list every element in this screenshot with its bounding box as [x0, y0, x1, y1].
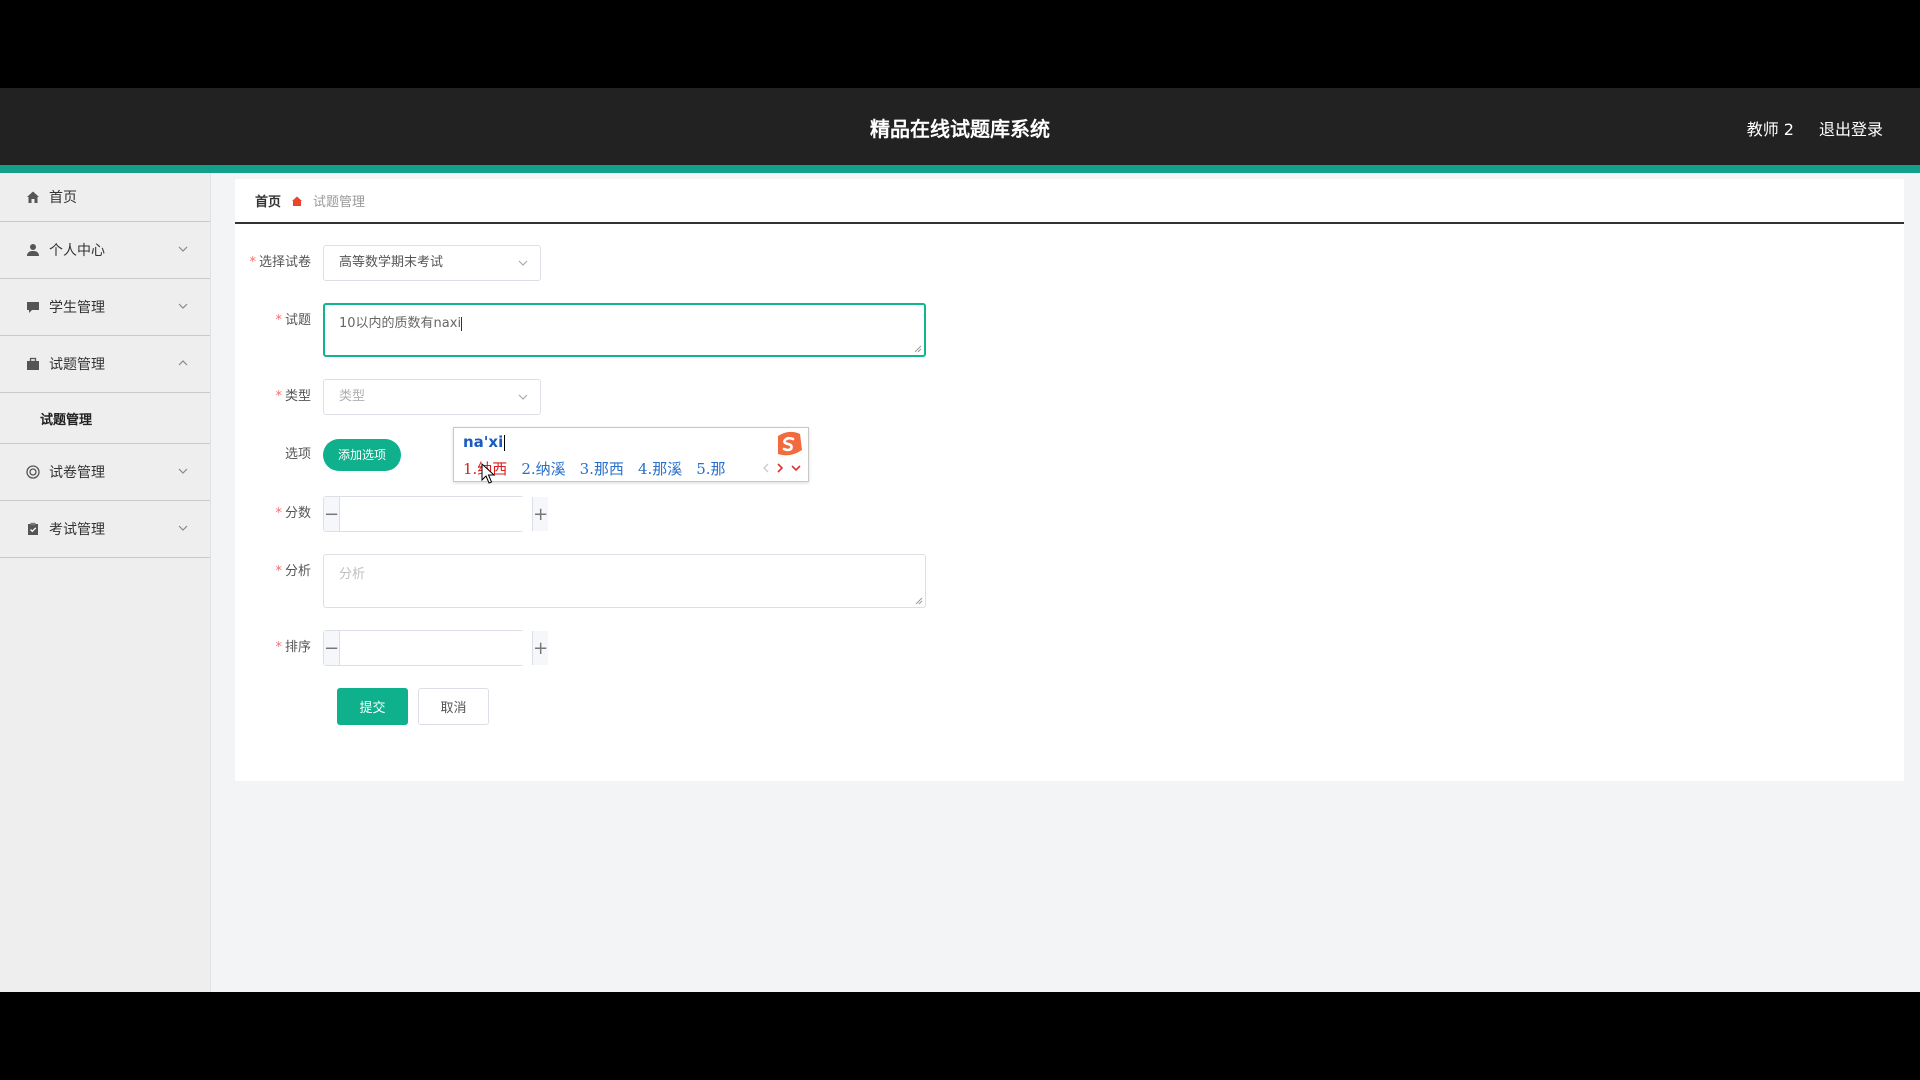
briefcase-icon — [25, 357, 40, 372]
ime-candidate[interactable]: 3.那西 — [580, 458, 624, 479]
sidebar-item-papers[interactable]: 试卷管理 — [0, 444, 210, 501]
top-header: 精品在线试题库系统 教师 2 退出登录 — [0, 88, 1920, 165]
order-label: * 排序 — [275, 640, 311, 655]
chat-icon — [25, 300, 40, 315]
chevron-down-icon[interactable] — [790, 462, 802, 474]
analysis-row: * 分析 分析 — [235, 554, 926, 608]
paper-select-value: 高等数学期末考试 — [339, 255, 444, 270]
order-row: * 排序 − + — [235, 630, 549, 666]
cancel-button[interactable]: 取消 — [418, 688, 489, 725]
order-increment-button[interactable]: + — [532, 631, 549, 665]
score-decrement-button[interactable]: − — [324, 497, 341, 531]
order-stepper: − + — [323, 630, 549, 666]
type-row: * 类型 类型 — [235, 379, 541, 415]
order-decrement-button[interactable]: − — [324, 631, 341, 665]
app-window: 精品在线试题库系统 教师 2 退出登录 首页 个人中心 学生管理 试题管理 试题… — [0, 88, 1920, 992]
breadcrumb: 首页 试题管理 — [235, 179, 1904, 224]
current-user: 教师 2 — [1746, 120, 1794, 139]
house-separator-icon — [291, 195, 303, 207]
score-increment-button[interactable]: + — [532, 497, 549, 531]
target-icon — [25, 465, 40, 480]
type-label: * 类型 — [275, 389, 311, 404]
breadcrumb-home[interactable]: 首页 — [255, 191, 281, 210]
analysis-label: * 分析 — [275, 564, 311, 579]
app-title: 精品在线试题库系统 — [870, 117, 1050, 141]
home-icon — [25, 190, 40, 205]
chevron-up-icon — [178, 360, 188, 366]
ime-candidate-popup: na'xi 1.纳西 2.纳溪 3.那西 4.那溪 5.那 — [453, 427, 809, 482]
ime-candidate-list: 1.纳西 2.纳溪 3.那西 4.那溪 5.那 — [463, 458, 740, 479]
chevron-down-icon — [178, 525, 188, 531]
sidebar-item-label: 首页 — [49, 190, 77, 206]
ime-pinyin: na'xi — [463, 433, 506, 451]
breadcrumb-current: 试题管理 — [313, 195, 366, 210]
sidebar-item-home[interactable]: 首页 — [0, 173, 210, 222]
paper-select[interactable]: 高等数学期末考试 — [323, 245, 541, 281]
chevron-down-icon — [518, 394, 528, 400]
analysis-textarea[interactable]: 分析 — [323, 554, 926, 608]
chevron-right-icon[interactable] — [776, 462, 784, 474]
ime-nav — [762, 462, 802, 474]
score-stepper: − + — [323, 496, 549, 532]
sidebar-subitem-questions[interactable]: 试题管理 — [0, 393, 210, 444]
sidebar-item-label: 学生管理 — [49, 300, 105, 316]
sidebar-item-label: 个人中心 — [49, 243, 105, 259]
screen: 精品在线试题库系统 教师 2 退出登录 首页 个人中心 学生管理 试题管理 试题… — [0, 0, 1920, 1080]
mouse-cursor-icon — [481, 463, 495, 484]
sidebar-item-profile[interactable]: 个人中心 — [0, 222, 210, 279]
ime-candidate[interactable]: 5.那 — [696, 458, 725, 479]
chevron-down-icon — [178, 303, 188, 309]
sidebar-item-exams[interactable]: 考试管理 — [0, 501, 210, 558]
resize-grip-icon[interactable] — [914, 596, 923, 605]
sidebar-item-label: 试题管理 — [49, 357, 105, 373]
paper-label: * 选择试卷 — [249, 255, 311, 270]
ime-candidate[interactable]: 2.纳溪 — [521, 458, 565, 479]
header-accent-bar — [0, 165, 1920, 173]
question-text: 10以内的质数有naxi — [339, 316, 462, 331]
question-label: * 试题 — [275, 313, 311, 328]
question-row: * 试题 10以内的质数有naxi — [235, 303, 926, 357]
sidebar-item-questions[interactable]: 试题管理 — [0, 336, 210, 393]
sidebar-item-label: 试卷管理 — [49, 465, 105, 481]
chevron-down-icon — [178, 468, 188, 474]
sidebar: 首页 个人中心 学生管理 试题管理 试题管理 试卷管理 考试管理 — [0, 173, 211, 992]
question-textarea[interactable]: 10以内的质数有naxi — [323, 303, 926, 357]
options-label: 选项 — [284, 447, 311, 462]
sidebar-item-label: 考试管理 — [49, 522, 105, 538]
resize-grip-icon[interactable] — [913, 344, 922, 353]
order-input[interactable] — [340, 631, 533, 665]
sogou-logo-icon — [778, 431, 802, 456]
sidebar-item-students[interactable]: 学生管理 — [0, 279, 210, 336]
clipboard-icon — [25, 522, 40, 537]
score-row: * 分数 − + — [235, 496, 549, 532]
ime-candidate[interactable]: 4.那溪 — [638, 458, 682, 479]
user-icon — [25, 243, 40, 258]
paper-row: * 选择试卷 高等数学期末考试 — [235, 245, 541, 281]
analysis-placeholder: 分析 — [339, 567, 366, 582]
chevron-left-icon[interactable] — [762, 462, 770, 474]
form-actions: 提交 取消 — [337, 688, 489, 725]
chevron-down-icon — [178, 246, 188, 252]
score-input[interactable] — [340, 497, 533, 531]
type-select-placeholder: 类型 — [339, 389, 366, 404]
sidebar-subitem-label: 试题管理 — [40, 412, 93, 428]
add-option-button[interactable]: 添加选项 — [323, 439, 402, 471]
submit-button[interactable]: 提交 — [337, 688, 408, 725]
score-label: * 分数 — [275, 506, 311, 521]
logout-link[interactable]: 退出登录 — [1819, 116, 1883, 140]
chevron-down-icon — [518, 260, 528, 266]
type-select[interactable]: 类型 — [323, 379, 541, 415]
options-row: 选项 添加选项 — [235, 437, 402, 473]
